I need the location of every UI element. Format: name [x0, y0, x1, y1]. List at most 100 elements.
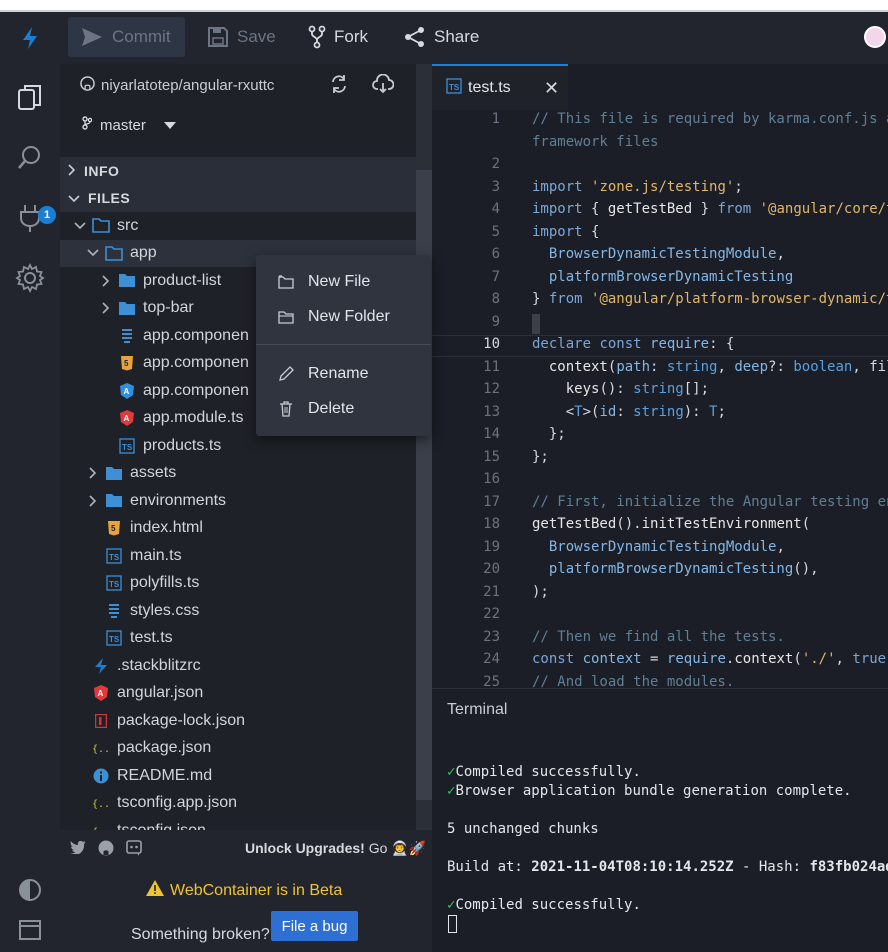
line-number: 23 [483, 628, 500, 645]
floppy-disk-icon [208, 27, 228, 47]
files-section-header[interactable]: FILES [60, 184, 416, 212]
tree-file-row[interactable]: Aangular.json [60, 680, 416, 708]
code-line[interactable]: keys(): string[]; [532, 381, 709, 397]
theme-toggle-icon[interactable] [14, 874, 46, 906]
layout-panel-icon[interactable] [14, 914, 46, 946]
code-line[interactable]: BrowserDynamicTestingModule, [532, 539, 785, 555]
notification-badge: 1 [38, 206, 56, 224]
user-avatar[interactable] [864, 26, 886, 48]
tree-item-label: .stackblitzrc [117, 656, 201, 674]
terminal-text: Browser application bundle generation co… [455, 783, 852, 799]
code-line[interactable]: // Then we find all the tests. [532, 629, 785, 645]
stackblitz-logo-icon[interactable] [16, 24, 44, 52]
tree-item-label: angular.json [117, 684, 204, 702]
tree-file-row[interactable]: 5 index.html [60, 515, 416, 543]
code-line[interactable]: context(path: string, deep?: boolean, fi… [532, 359, 888, 375]
tree-file-row[interactable]: README.md [60, 762, 416, 790]
discord-icon[interactable] [126, 840, 142, 861]
tree-file-row[interactable]: .stackblitzrc [60, 652, 416, 680]
sync-icon[interactable] [330, 74, 348, 99]
html-file-icon: 5 [118, 354, 136, 372]
line-number: 13 [483, 403, 500, 420]
code-line[interactable]: import 'zone.js/testing'; [532, 179, 743, 195]
tree-folder-row[interactable]: src [60, 212, 416, 240]
beta-text: WebContainer is in Beta [170, 881, 343, 899]
files-icon[interactable] [14, 82, 46, 114]
menu-item-new-file[interactable]: New File [256, 266, 431, 298]
terminal-panel[interactable]: Terminal ✓Compiled successfully. ✓Browse… [432, 688, 888, 952]
line-number: 21 [483, 583, 500, 600]
file-a-bug-button[interactable]: File a bug [271, 911, 358, 941]
tree-folder-row[interactable]: assets [60, 460, 416, 488]
code-line[interactable]: import { getTestBed } from '@angular/cor… [532, 201, 888, 217]
code-line[interactable]: }; [532, 426, 566, 442]
close-tab-icon[interactable]: ✕ [544, 78, 559, 99]
code-line[interactable]: } from '@angular/platform-browser-dynami… [532, 291, 888, 307]
chevron-down-icon [85, 249, 101, 257]
github-icon [80, 75, 95, 95]
line-number: 10 [483, 336, 500, 352]
tree-item-label: top-bar [143, 299, 194, 317]
tree-file-row[interactable]: TS main.ts [60, 542, 416, 570]
tree-item-label: tsconfig.json [117, 822, 206, 830]
search-icon[interactable] [14, 142, 46, 174]
code-line[interactable]: framework files [532, 134, 658, 150]
tree-file-row[interactable]: styles.css [60, 597, 416, 625]
tree-folder-row[interactable]: environments [60, 487, 416, 515]
cloud-download-icon[interactable] [372, 73, 395, 99]
menu-item-delete[interactable]: Delete [256, 393, 431, 425]
browser-top-strip [0, 0, 888, 12]
text-cursor [532, 314, 540, 334]
chevron-down-icon [68, 190, 80, 206]
chevron-right-icon [85, 495, 101, 507]
terminal-text: Build at: [447, 859, 532, 875]
unlock-upgrades-link[interactable]: Unlock Upgrades! Go 👨‍🚀🚀 [245, 840, 426, 857]
tree-file-row[interactable]: {..} tsconfig.app.json [60, 790, 416, 818]
code-line[interactable]: }; [532, 449, 549, 465]
code-editor[interactable]: 1 // This file is required by karma.conf.… [432, 110, 888, 688]
tree-file-row[interactable]: TS polyfills.ts [60, 570, 416, 598]
code-line[interactable]: platformBrowserDynamicTesting(), [532, 561, 819, 577]
code-line[interactable]: BrowserDynamicTestingModule, [532, 246, 785, 262]
save-button[interactable]: Save [195, 17, 288, 57]
terminal-line: Build at: 2021-11-04T08:10:14.252Z - Has… [447, 859, 888, 875]
tree-file-row[interactable]: package-lock.json [60, 707, 416, 735]
branch-selector[interactable]: master [60, 106, 416, 144]
fork-button[interactable]: Fork [296, 17, 380, 57]
code-line[interactable]: <T>(id: string): T; [532, 404, 726, 420]
code-line[interactable]: // And load the modules. [532, 674, 734, 689]
menu-item-rename[interactable]: Rename [256, 358, 431, 390]
github-icon[interactable] [98, 840, 114, 861]
tab-test-ts[interactable]: TS test.ts ✕ [432, 64, 568, 110]
info-section-header[interactable]: INFO [60, 157, 416, 185]
folder-icon [105, 244, 123, 262]
menu-item-new-folder[interactable]: New Folder [256, 301, 431, 333]
twitter-icon[interactable] [70, 840, 86, 861]
line-number: 11 [483, 358, 500, 375]
tree-item-label: app.componen [143, 354, 249, 372]
code-line[interactable]: declare const require: { [532, 336, 734, 352]
repo-name[interactable]: niyarlatotep/angular-rxuttc [101, 77, 274, 94]
chevron-down-icon [72, 222, 88, 230]
tree-file-row[interactable]: TS products.ts [60, 432, 416, 460]
code-line[interactable]: ); [532, 584, 549, 600]
code-line[interactable]: platformBrowserDynamicTesting [532, 269, 793, 285]
unlock-bold-text: Unlock Upgrades! [245, 840, 365, 856]
settings-gear-icon[interactable] [14, 262, 46, 294]
tab-label: test.ts [468, 79, 511, 96]
tree-file-row[interactable]: {..} package.json [60, 735, 416, 763]
code-line[interactable]: getTestBed().initTestEnvironment( [532, 516, 810, 532]
tree-file-row[interactable]: {..} tsconfig.json [60, 817, 416, 830]
tree-file-row[interactable]: TS test.ts [60, 625, 416, 653]
code-line[interactable]: // First, initialize the Angular testing… [532, 494, 888, 510]
trash-icon [278, 401, 294, 417]
share-button[interactable]: Share [392, 17, 491, 57]
angular-component-icon: A [118, 382, 136, 400]
terminal-line: ✓Browser application bundle generation c… [447, 783, 852, 799]
code-line[interactable]: // This file is required by karma.conf.j… [532, 111, 888, 127]
code-line[interactable]: import { [532, 224, 599, 240]
menu-separator [256, 344, 431, 345]
svg-text:A: A [124, 387, 130, 396]
code-line[interactable]: const context = require.context('./', tr… [532, 651, 888, 667]
commit-button[interactable]: Commit [68, 17, 185, 57]
